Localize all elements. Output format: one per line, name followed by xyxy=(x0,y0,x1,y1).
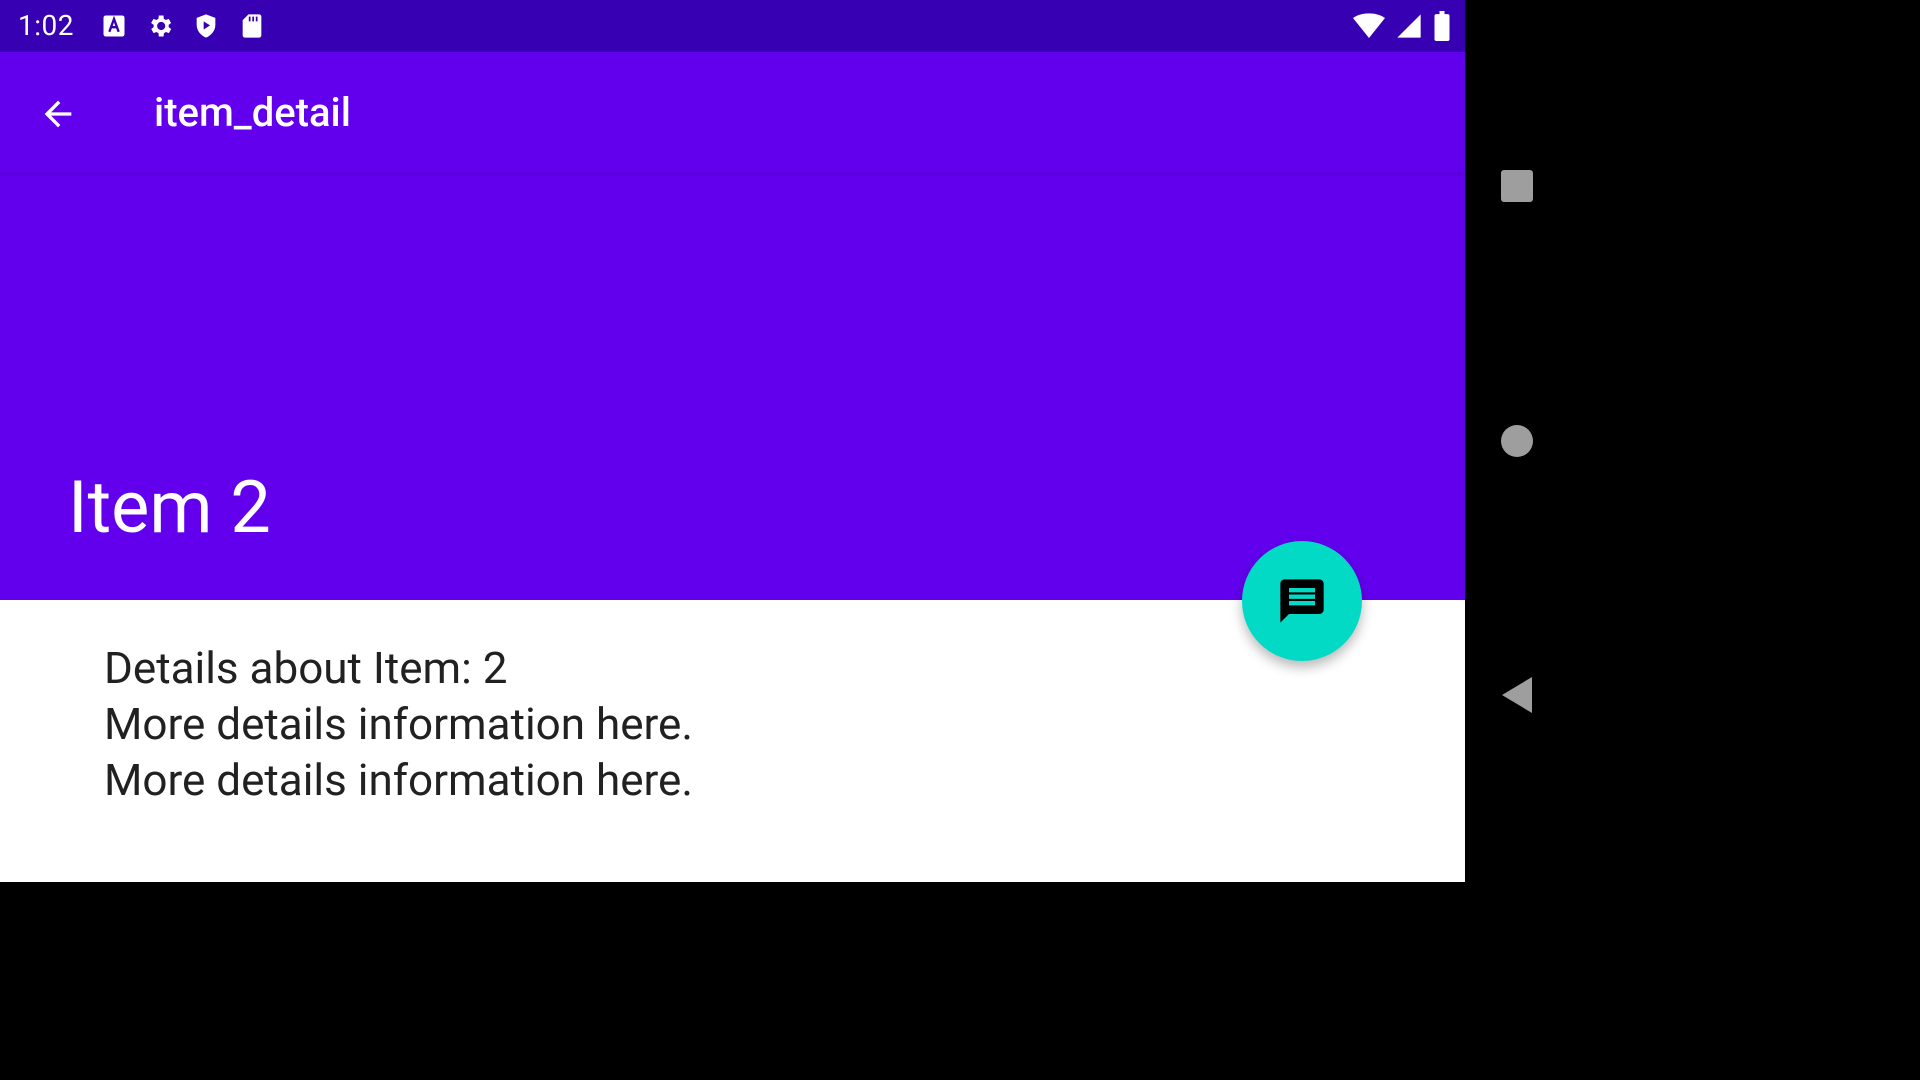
message-icon xyxy=(1280,579,1324,623)
overview-button[interactable] xyxy=(1487,156,1547,216)
font-a-icon xyxy=(100,12,128,40)
back-nav-button[interactable] xyxy=(1487,665,1547,725)
item-detail-content: Details about Item: 2 More details infor… xyxy=(104,640,693,808)
sd-card-icon xyxy=(238,12,266,40)
home-circle-icon xyxy=(1501,425,1533,457)
status-time: 1:02 xyxy=(18,9,74,42)
gear-icon xyxy=(146,12,174,40)
message-fab-button[interactable] xyxy=(1242,541,1362,661)
overview-square-icon xyxy=(1501,170,1533,202)
back-triangle-icon xyxy=(1502,677,1532,713)
collapsing-app-bar: item_detail Item 2 xyxy=(0,52,1465,600)
navigation-bar xyxy=(1465,0,1568,882)
expanded-title: Item 2 xyxy=(68,465,271,550)
status-notification-icons xyxy=(100,10,266,42)
battery-icon xyxy=(1433,11,1451,41)
status-bar: 1:02 xyxy=(0,0,1465,52)
toolbar-divider xyxy=(0,172,1465,176)
status-system-icons xyxy=(1353,10,1451,42)
detail-line: More details information here. xyxy=(104,698,693,750)
detail-line: Details about Item: 2 xyxy=(104,642,508,694)
arrow-back-icon xyxy=(44,100,72,128)
home-button[interactable] xyxy=(1487,411,1547,471)
detail-line: More details information here. xyxy=(104,754,693,806)
toolbar-title: item_detail xyxy=(154,89,351,136)
wifi-icon xyxy=(1353,12,1385,40)
device-screen: 1:02 item_detail Item 2 Details about It… xyxy=(0,0,1465,882)
back-button[interactable] xyxy=(28,84,88,144)
shield-play-icon xyxy=(192,12,220,40)
cell-signal-icon xyxy=(1395,12,1423,40)
